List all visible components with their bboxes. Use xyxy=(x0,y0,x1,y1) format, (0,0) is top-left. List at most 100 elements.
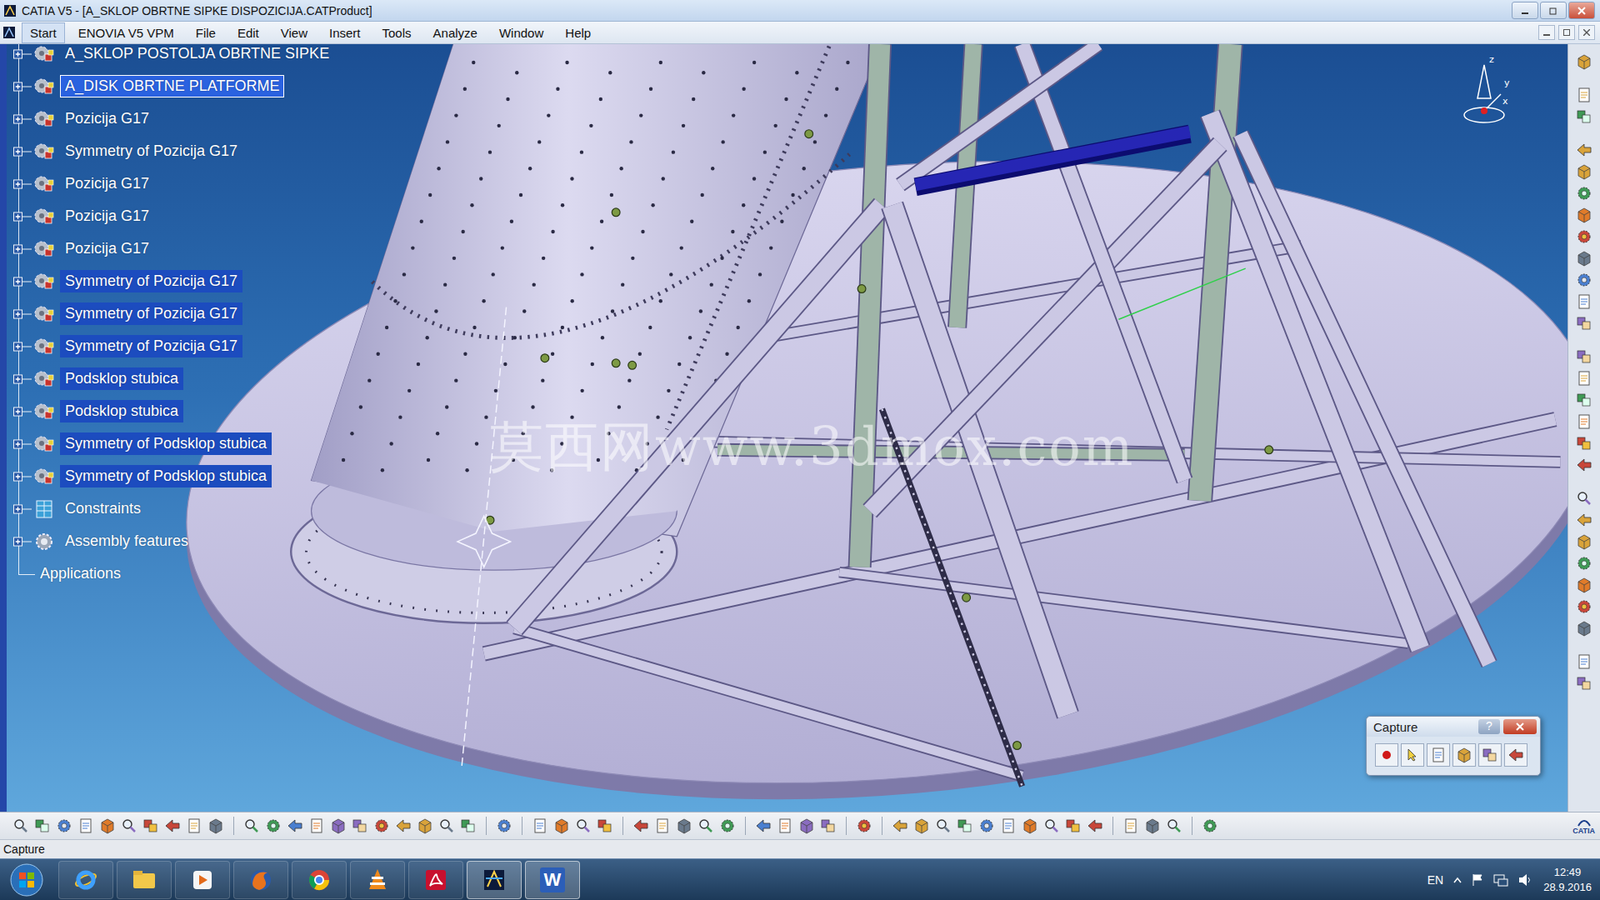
tool-icon[interactable] xyxy=(754,816,773,835)
flag-icon[interactable] xyxy=(1471,873,1484,887)
taskbar-app[interactable] xyxy=(291,860,347,900)
tree-node[interactable]: Podsklop stubica xyxy=(6,395,335,428)
tree-node[interactable]: Pozicija G17 xyxy=(6,167,335,200)
expand-icon[interactable] xyxy=(13,406,32,417)
expand-icon[interactable] xyxy=(13,81,32,92)
tool-icon[interactable] xyxy=(819,816,838,835)
tool-icon[interactable] xyxy=(1575,575,1594,595)
tool-icon[interactable] xyxy=(120,816,139,835)
tree-node[interactable]: Symmetry of Pozicija G17 xyxy=(6,265,335,298)
tool-icon[interactable] xyxy=(855,816,874,835)
tree-node-label[interactable]: Podsklop stubica xyxy=(60,400,184,423)
tool-icon[interactable] xyxy=(955,816,975,835)
tool-icon[interactable] xyxy=(1143,816,1162,835)
tree-node[interactable]: Pozicija G17 xyxy=(6,232,335,265)
tree-node-label[interactable]: Symmetry of Podsklop stubica xyxy=(60,432,272,455)
tool-icon[interactable] xyxy=(1506,745,1525,765)
tree-node-label[interactable]: Pozicija G17 xyxy=(60,237,155,260)
tool-icon[interactable] xyxy=(1575,205,1594,225)
dialog-close-button[interactable] xyxy=(1503,719,1537,735)
expand-icon[interactable] xyxy=(13,244,32,255)
tool-icon[interactable] xyxy=(595,816,615,835)
tool-icon[interactable] xyxy=(775,816,795,835)
tool-icon[interactable] xyxy=(1455,745,1474,765)
tool-icon[interactable] xyxy=(653,816,672,835)
tool-icon[interactable] xyxy=(141,816,160,835)
tool-icon[interactable] xyxy=(1575,619,1594,638)
tool-icon[interactable] xyxy=(76,816,95,835)
tool-icon[interactable] xyxy=(1200,816,1220,835)
doc-restore-button[interactable] xyxy=(1558,25,1575,40)
tree-node-label[interactable]: A_DISK OBRTNE PLATFORME xyxy=(60,75,285,98)
menu-item[interactable]: File xyxy=(187,22,225,44)
tree-node[interactable]: Symmetry of Pozicija G17 xyxy=(6,297,335,330)
tree-node-label[interactable]: Pozicija G17 xyxy=(60,172,155,195)
taskbar-app[interactable] xyxy=(350,860,405,900)
tool-icon[interactable] xyxy=(1575,390,1594,410)
tool-icon[interactable] xyxy=(206,816,225,835)
expand-icon[interactable] xyxy=(13,536,32,547)
tool-icon[interactable] xyxy=(1575,292,1594,311)
tree-node[interactable]: Symmetry of Podsklop stubica xyxy=(6,427,335,460)
tool-icon[interactable] xyxy=(1020,816,1040,835)
tool-icon[interactable] xyxy=(1575,162,1594,181)
tree-node-label[interactable]: Applications xyxy=(35,562,126,585)
taskbar-app[interactable] xyxy=(175,860,230,900)
tool-icon[interactable] xyxy=(1575,554,1594,573)
tool-icon[interactable] xyxy=(350,816,370,835)
taskbar-app[interactable] xyxy=(116,860,172,900)
tree-node-label[interactable]: Pozicija G17 xyxy=(60,107,155,130)
tool-icon[interactable] xyxy=(1575,532,1594,551)
menu-item[interactable]: Window xyxy=(490,22,552,44)
tool-icon[interactable] xyxy=(307,816,326,835)
tree-node[interactable]: A_DISK OBRTNE PLATFORME xyxy=(6,70,335,103)
tree-node[interactable]: Podsklop stubica xyxy=(6,362,335,395)
expand-icon[interactable] xyxy=(13,504,32,515)
tree-node[interactable]: Pozicija G17 xyxy=(6,102,335,135)
tool-icon[interactable] xyxy=(530,816,550,835)
tool-icon[interactable] xyxy=(1064,816,1083,835)
expand-icon[interactable] xyxy=(13,341,32,352)
close-button[interactable] xyxy=(1568,1,1595,20)
tool-icon[interactable] xyxy=(242,816,261,835)
menu-item[interactable]: ENOVIA V5 VPM xyxy=(70,22,183,44)
start-button[interactable] xyxy=(3,860,50,900)
taskbar-app[interactable] xyxy=(408,860,464,900)
tool-icon[interactable] xyxy=(1575,674,1594,693)
tool-icon[interactable] xyxy=(718,816,737,835)
tool-icon[interactable] xyxy=(934,816,953,835)
select-button[interactable] xyxy=(1400,743,1425,767)
tree-node-label[interactable]: Constraints xyxy=(60,497,146,520)
tree-node-label[interactable]: Symmetry of Podsklop stubica xyxy=(60,465,272,488)
album-button[interactable] xyxy=(1452,743,1476,767)
menu-item[interactable]: Insert xyxy=(320,22,370,44)
tool-icon[interactable] xyxy=(631,816,650,835)
tool-icon[interactable] xyxy=(415,816,435,835)
taskbar-app[interactable] xyxy=(58,860,114,900)
language-indicator[interactable]: EN xyxy=(1427,873,1444,887)
record-button[interactable] xyxy=(1375,743,1399,767)
expand-icon[interactable] xyxy=(13,309,32,320)
tool-icon[interactable] xyxy=(1575,52,1594,71)
tool-icon[interactable] xyxy=(437,816,456,835)
tree-node-label[interactable]: Symmetry of Pozicija G17 xyxy=(60,335,243,358)
tool-icon[interactable] xyxy=(696,816,715,835)
expand-icon[interactable] xyxy=(13,374,32,385)
tree-node-label[interactable]: A_SKLOP POSTOLJA OBRTNE SIPKE xyxy=(60,44,335,65)
taskbar-app[interactable] xyxy=(233,860,289,900)
edit-button[interactable] xyxy=(1504,743,1528,767)
tool-icon[interactable] xyxy=(33,816,52,835)
tool-icon[interactable] xyxy=(329,816,348,835)
tool-icon[interactable] xyxy=(1575,249,1594,268)
tree-node[interactable]: Assembly features xyxy=(6,525,335,558)
volume-icon[interactable] xyxy=(1518,873,1534,887)
tool-icon[interactable] xyxy=(1042,816,1061,835)
tool-icon[interactable] xyxy=(372,816,391,835)
tool-icon[interactable] xyxy=(977,816,996,835)
tree-node[interactable]: Symmetry of Pozicija G17 xyxy=(6,135,335,168)
show-hidden-icon[interactable] xyxy=(1453,876,1462,884)
taskbar-app[interactable] xyxy=(466,860,522,900)
menu-item[interactable]: Analyze xyxy=(425,22,486,44)
tool-icon[interactable] xyxy=(1575,434,1594,453)
tool-icon[interactable] xyxy=(1480,745,1500,765)
